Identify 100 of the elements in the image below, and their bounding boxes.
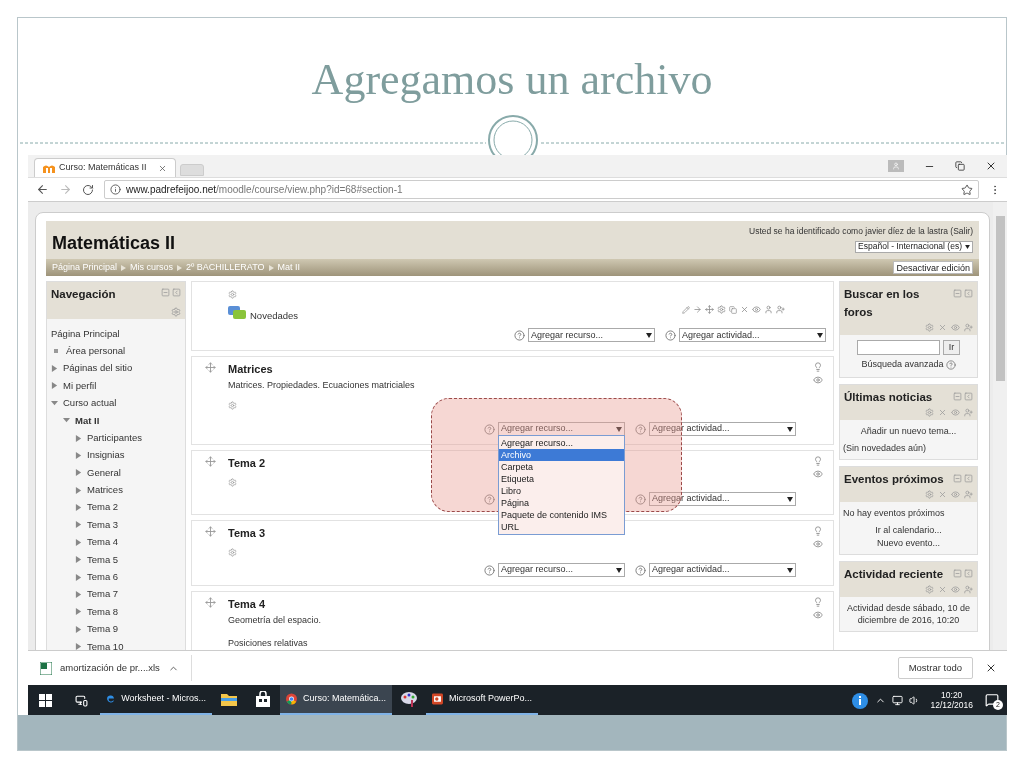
resource-select[interactable]: Agregar recurso... [498, 563, 625, 577]
nav-link[interactable]: Tema 5 [87, 552, 119, 567]
activity-select[interactable]: Agregar actividad... [649, 492, 796, 506]
dropdown-option[interactable]: Agregar recurso... [499, 437, 624, 449]
network-icon[interactable] [892, 694, 904, 706]
dropdown-list[interactable]: Agregar recurso... Archivo Carpeta Etiqueta Libro Página Paquete de contenido IMS URL [498, 435, 625, 535]
lightbulb-icon[interactable] [813, 362, 823, 372]
activity-link[interactable]: Novedades [250, 309, 299, 324]
collapse-triangle-icon[interactable] [51, 399, 58, 407]
eye-icon[interactable] [752, 305, 761, 315]
eye-icon[interactable] [951, 323, 960, 332]
nav-link[interactable]: Páginas del sitio [63, 361, 133, 376]
help-icon[interactable] [484, 423, 495, 435]
dock-icon[interactable] [964, 289, 973, 298]
dropdown-option[interactable]: Carpeta [499, 461, 624, 473]
settings-icon[interactable] [228, 290, 237, 299]
show-all-button[interactable]: Mostrar todo [897, 657, 973, 679]
settings-icon[interactable] [228, 548, 237, 557]
lightbulb-icon[interactable] [813, 526, 823, 536]
activity-select[interactable]: Agregar actividad... [679, 328, 826, 343]
expand-triangle-icon[interactable] [51, 382, 58, 390]
settings-icon[interactable] [228, 478, 237, 487]
expand-triangle-icon[interactable] [75, 469, 82, 477]
reload-icon[interactable] [82, 183, 94, 196]
delete-icon[interactable] [938, 323, 947, 332]
shopping-bag-icon[interactable] [256, 691, 270, 707]
lightbulb-icon[interactable] [813, 456, 823, 466]
activity-select[interactable]: Agregar actividad... [649, 422, 796, 436]
nav-link[interactable]: Participantes [87, 430, 142, 446]
back-icon[interactable] [36, 183, 49, 196]
expand-triangle-icon[interactable] [75, 504, 82, 512]
collapse-triangle-icon[interactable] [63, 417, 70, 425]
user-plus-icon[interactable] [964, 323, 973, 332]
address-bar[interactable]: www.padrefeijoo.net/moodle/course/view.php?id=68#section-1 [104, 180, 979, 199]
nav-link[interactable]: Página Principal [51, 326, 120, 341]
settings-icon[interactable] [925, 323, 934, 332]
nav-link[interactable]: Tema 4 [87, 535, 119, 550]
expand-triangle-icon[interactable] [75, 608, 82, 616]
search-field[interactable] [856, 340, 940, 355]
dropdown-option[interactable]: Paquete de contenido IMS [499, 509, 624, 521]
help-icon[interactable] [484, 493, 495, 505]
lightbulb-icon[interactable] [813, 597, 823, 607]
settings-icon[interactable] [925, 584, 934, 594]
language-select[interactable]: Español - Internacional (es) [855, 240, 973, 253]
dock-icon[interactable] [964, 568, 973, 578]
collapse-icon[interactable] [161, 288, 170, 297]
eye-icon[interactable] [813, 539, 823, 549]
eye-icon[interactable] [951, 584, 960, 594]
nav-link[interactable]: Mi perfil [63, 378, 97, 393]
dock-icon[interactable] [172, 288, 181, 297]
move-icon[interactable] [204, 597, 216, 608]
delete-icon[interactable] [938, 489, 947, 499]
info-tray-icon[interactable] [851, 691, 870, 709]
expand-triangle-icon[interactable] [75, 591, 82, 599]
collapse-icon[interactable] [953, 289, 962, 298]
duplicate-icon[interactable] [729, 305, 737, 314]
edit-mode-button[interactable]: Desactivar edición [893, 261, 973, 274]
settings-icon[interactable] [925, 489, 934, 499]
collapse-icon[interactable] [953, 391, 962, 401]
dropdown-option[interactable]: URL [499, 521, 624, 533]
help-icon[interactable] [665, 329, 676, 341]
close-icon[interactable] [985, 160, 997, 172]
nav-link[interactable]: Tema 2 [87, 500, 119, 515]
dropdown-option[interactable]: Archivo [499, 449, 624, 461]
help-icon[interactable] [945, 359, 956, 370]
arrow-right-icon[interactable] [693, 305, 702, 315]
expand-triangle-icon[interactable] [75, 643, 82, 650]
block-link[interactable]: Ir al calendario... [843, 523, 974, 536]
user-plus-icon[interactable] [964, 584, 973, 594]
restore-icon[interactable] [955, 161, 965, 171]
expand-triangle-icon[interactable] [75, 573, 82, 581]
collapse-icon[interactable] [953, 473, 962, 483]
nav-link[interactable]: Tema 8 [87, 604, 119, 620]
forward-icon[interactable] [59, 183, 72, 196]
taskbar-item[interactable]: Curso: Matemática... [280, 685, 392, 715]
nav-link[interactable]: Tema 3 [87, 517, 119, 533]
nav-link[interactable]: General [87, 465, 121, 480]
resource-select[interactable]: Agregar recurso... [528, 328, 655, 343]
browser-tab[interactable]: Curso: Matemáticas II [34, 158, 176, 177]
help-icon[interactable] [514, 329, 525, 341]
help-icon[interactable] [635, 423, 646, 435]
expand-triangle-icon[interactable] [75, 625, 82, 633]
advanced-search-link[interactable]: Búsqueda avanzada [861, 358, 944, 372]
help-icon[interactable] [484, 564, 495, 576]
nav-link[interactable]: Tema 9 [87, 622, 119, 637]
move-icon[interactable] [204, 526, 216, 537]
help-icon[interactable] [635, 564, 646, 576]
dropdown-option[interactable]: Página [499, 497, 624, 509]
settings-icon[interactable] [925, 407, 934, 417]
dock-icon[interactable] [964, 473, 973, 483]
close-tab-icon[interactable] [158, 163, 167, 173]
folder-icon[interactable] [221, 692, 237, 706]
eye-icon[interactable] [951, 489, 960, 499]
activity-select[interactable]: Agregar actividad... [649, 563, 796, 577]
delete-icon[interactable] [938, 584, 947, 594]
profile-button[interactable] [888, 160, 904, 172]
expand-triangle-icon[interactable] [75, 556, 82, 564]
expand-triangle-icon[interactable] [75, 451, 82, 459]
help-icon[interactable] [635, 493, 646, 505]
eye-icon[interactable] [813, 469, 823, 479]
